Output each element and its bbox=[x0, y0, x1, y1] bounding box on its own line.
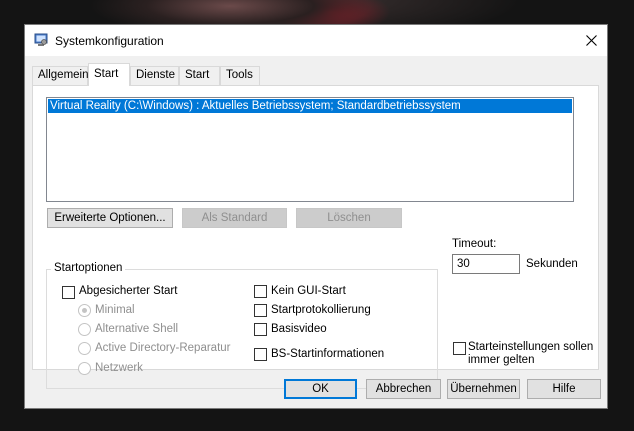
alternate-shell-radio[interactable] bbox=[78, 323, 91, 336]
network-radio[interactable] bbox=[78, 362, 91, 375]
os-boot-info-checkbox[interactable] bbox=[254, 348, 267, 361]
ok-button[interactable]: OK bbox=[284, 379, 357, 399]
no-gui-boot-checkbox[interactable] bbox=[254, 285, 267, 298]
boot-options-legend: Startoptionen bbox=[51, 262, 126, 274]
timeout-unit-label: Sekunden bbox=[526, 258, 578, 270]
timeout-input[interactable]: 30 bbox=[452, 254, 520, 274]
cancel-button[interactable]: Abbrechen bbox=[366, 379, 441, 399]
make-permanent-label-line1: Starteinstellungen sollen bbox=[468, 341, 594, 353]
minimal-radio[interactable] bbox=[78, 304, 91, 317]
base-video-checkbox[interactable] bbox=[254, 323, 267, 336]
boot-tab-panel: Virtual Reality (C:\Windows) : Aktuelles… bbox=[32, 85, 599, 389]
ad-repair-label: Active Directory-Reparatur bbox=[95, 342, 231, 354]
tab-tools[interactable]: Tools bbox=[220, 66, 260, 85]
ad-repair-radio[interactable] bbox=[78, 342, 91, 355]
safe-boot-checkbox[interactable] bbox=[62, 286, 75, 299]
title-bar[interactable]: Systemkonfiguration bbox=[25, 25, 607, 56]
delete-button[interactable]: Löschen bbox=[296, 208, 402, 228]
os-boot-info-label: BS-Startinformationen bbox=[271, 348, 385, 360]
network-label: Netzwerk bbox=[95, 362, 143, 374]
make-permanent-label-line2: immer gelten bbox=[468, 354, 535, 366]
boot-log-checkbox[interactable] bbox=[254, 304, 267, 317]
close-icon bbox=[585, 35, 597, 46]
system-configuration-window: Systemkonfiguration Allgemein Start Dien… bbox=[24, 24, 608, 409]
apply-button[interactable]: Übernehmen bbox=[447, 379, 520, 399]
help-button[interactable]: Hilfe bbox=[527, 379, 601, 399]
window-title: Systemkonfiguration bbox=[55, 34, 164, 48]
make-permanent-checkbox[interactable] bbox=[453, 342, 466, 355]
msconfig-icon bbox=[34, 33, 48, 46]
tab-general[interactable]: Allgemein bbox=[32, 66, 89, 85]
tab-startup[interactable]: Start bbox=[179, 66, 220, 85]
boot-entry[interactable]: Virtual Reality (C:\Windows) : Aktuelles… bbox=[48, 99, 572, 113]
close-button[interactable] bbox=[575, 25, 607, 56]
no-gui-boot-label: Kein GUI-Start bbox=[271, 285, 346, 297]
timeout-label: Timeout: bbox=[452, 238, 497, 250]
alternate-shell-label: Alternative Shell bbox=[95, 323, 179, 335]
tab-boot[interactable]: Start bbox=[88, 63, 130, 86]
set-default-button[interactable]: Als Standard bbox=[182, 208, 287, 228]
safe-boot-label: Abgesicherter Start bbox=[79, 285, 178, 297]
boot-log-label: Startprotokollierung bbox=[271, 304, 371, 316]
minimal-label: Minimal bbox=[95, 304, 135, 316]
base-video-label: Basisvideo bbox=[271, 323, 327, 335]
advanced-options-button[interactable]: Erweiterte Optionen... bbox=[47, 208, 173, 228]
boot-entries-list[interactable]: Virtual Reality (C:\Windows) : Aktuelles… bbox=[46, 97, 574, 202]
tab-services[interactable]: Dienste bbox=[130, 66, 179, 85]
